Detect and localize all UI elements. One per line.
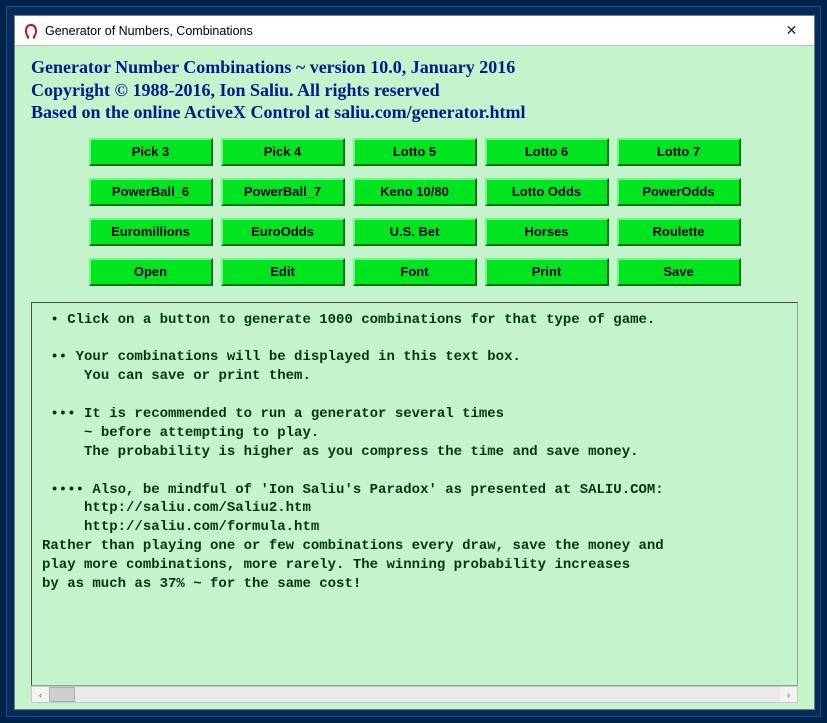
- window-title: Generator of Numbers, Combinations: [45, 24, 769, 38]
- pick3-button[interactable]: Pick 3: [89, 138, 213, 166]
- button-grid: Pick 3 Pick 4 Lotto 5 Lotto 6 Lotto 7 Po…: [89, 138, 741, 286]
- scroll-left-button[interactable]: ‹: [32, 687, 49, 702]
- pick4-button[interactable]: Pick 4: [221, 138, 345, 166]
- keno1080-button[interactable]: Keno 10/80: [353, 178, 477, 206]
- edit-button[interactable]: Edit: [221, 258, 345, 286]
- font-button[interactable]: Font: [353, 258, 477, 286]
- horses-button[interactable]: Horses: [485, 218, 609, 246]
- save-button[interactable]: Save: [617, 258, 741, 286]
- open-button[interactable]: Open: [89, 258, 213, 286]
- output-textbox[interactable]: • Click on a button to generate 1000 com…: [31, 302, 798, 687]
- scroll-right-button[interactable]: ›: [780, 687, 797, 702]
- lottoodds-button[interactable]: Lotto Odds: [485, 178, 609, 206]
- header-line-2: Copyright © 1988-2016, Ion Saliu. All ri…: [31, 79, 798, 102]
- euromillions-button[interactable]: Euromillions: [89, 218, 213, 246]
- lotto5-button[interactable]: Lotto 5: [353, 138, 477, 166]
- desktop-frame: Generator of Numbers, Combinations ✕ Gen…: [6, 6, 821, 717]
- powerodds-button[interactable]: PowerOdds: [617, 178, 741, 206]
- app-window: Generator of Numbers, Combinations ✕ Gen…: [14, 15, 815, 710]
- powerball7-button[interactable]: PowerBall_7: [221, 178, 345, 206]
- header-line-3: Based on the online ActiveX Control at s…: [31, 101, 798, 124]
- lotto7-button[interactable]: Lotto 7: [617, 138, 741, 166]
- lotto6-button[interactable]: Lotto 6: [485, 138, 609, 166]
- usbet-button[interactable]: U.S. Bet: [353, 218, 477, 246]
- scrollbar-thumb[interactable]: [49, 687, 75, 702]
- scrollbar-track[interactable]: [49, 687, 780, 702]
- horizontal-scrollbar[interactable]: ‹ ›: [31, 686, 798, 703]
- chevron-right-icon: ›: [787, 690, 790, 700]
- powerball6-button[interactable]: PowerBall_6: [89, 178, 213, 206]
- header-line-1: Generator Number Combinations ~ version …: [31, 56, 798, 79]
- close-button[interactable]: ✕: [769, 16, 814, 45]
- client-area: Generator Number Combinations ~ version …: [15, 46, 814, 709]
- chevron-left-icon: ‹: [39, 690, 42, 700]
- roulette-button[interactable]: Roulette: [617, 218, 741, 246]
- close-icon: ✕: [786, 22, 798, 39]
- title-bar[interactable]: Generator of Numbers, Combinations ✕: [15, 16, 814, 46]
- horseshoe-icon: [23, 23, 39, 39]
- euroodds-button[interactable]: EuroOdds: [221, 218, 345, 246]
- print-button[interactable]: Print: [485, 258, 609, 286]
- header-block: Generator Number Combinations ~ version …: [31, 56, 798, 124]
